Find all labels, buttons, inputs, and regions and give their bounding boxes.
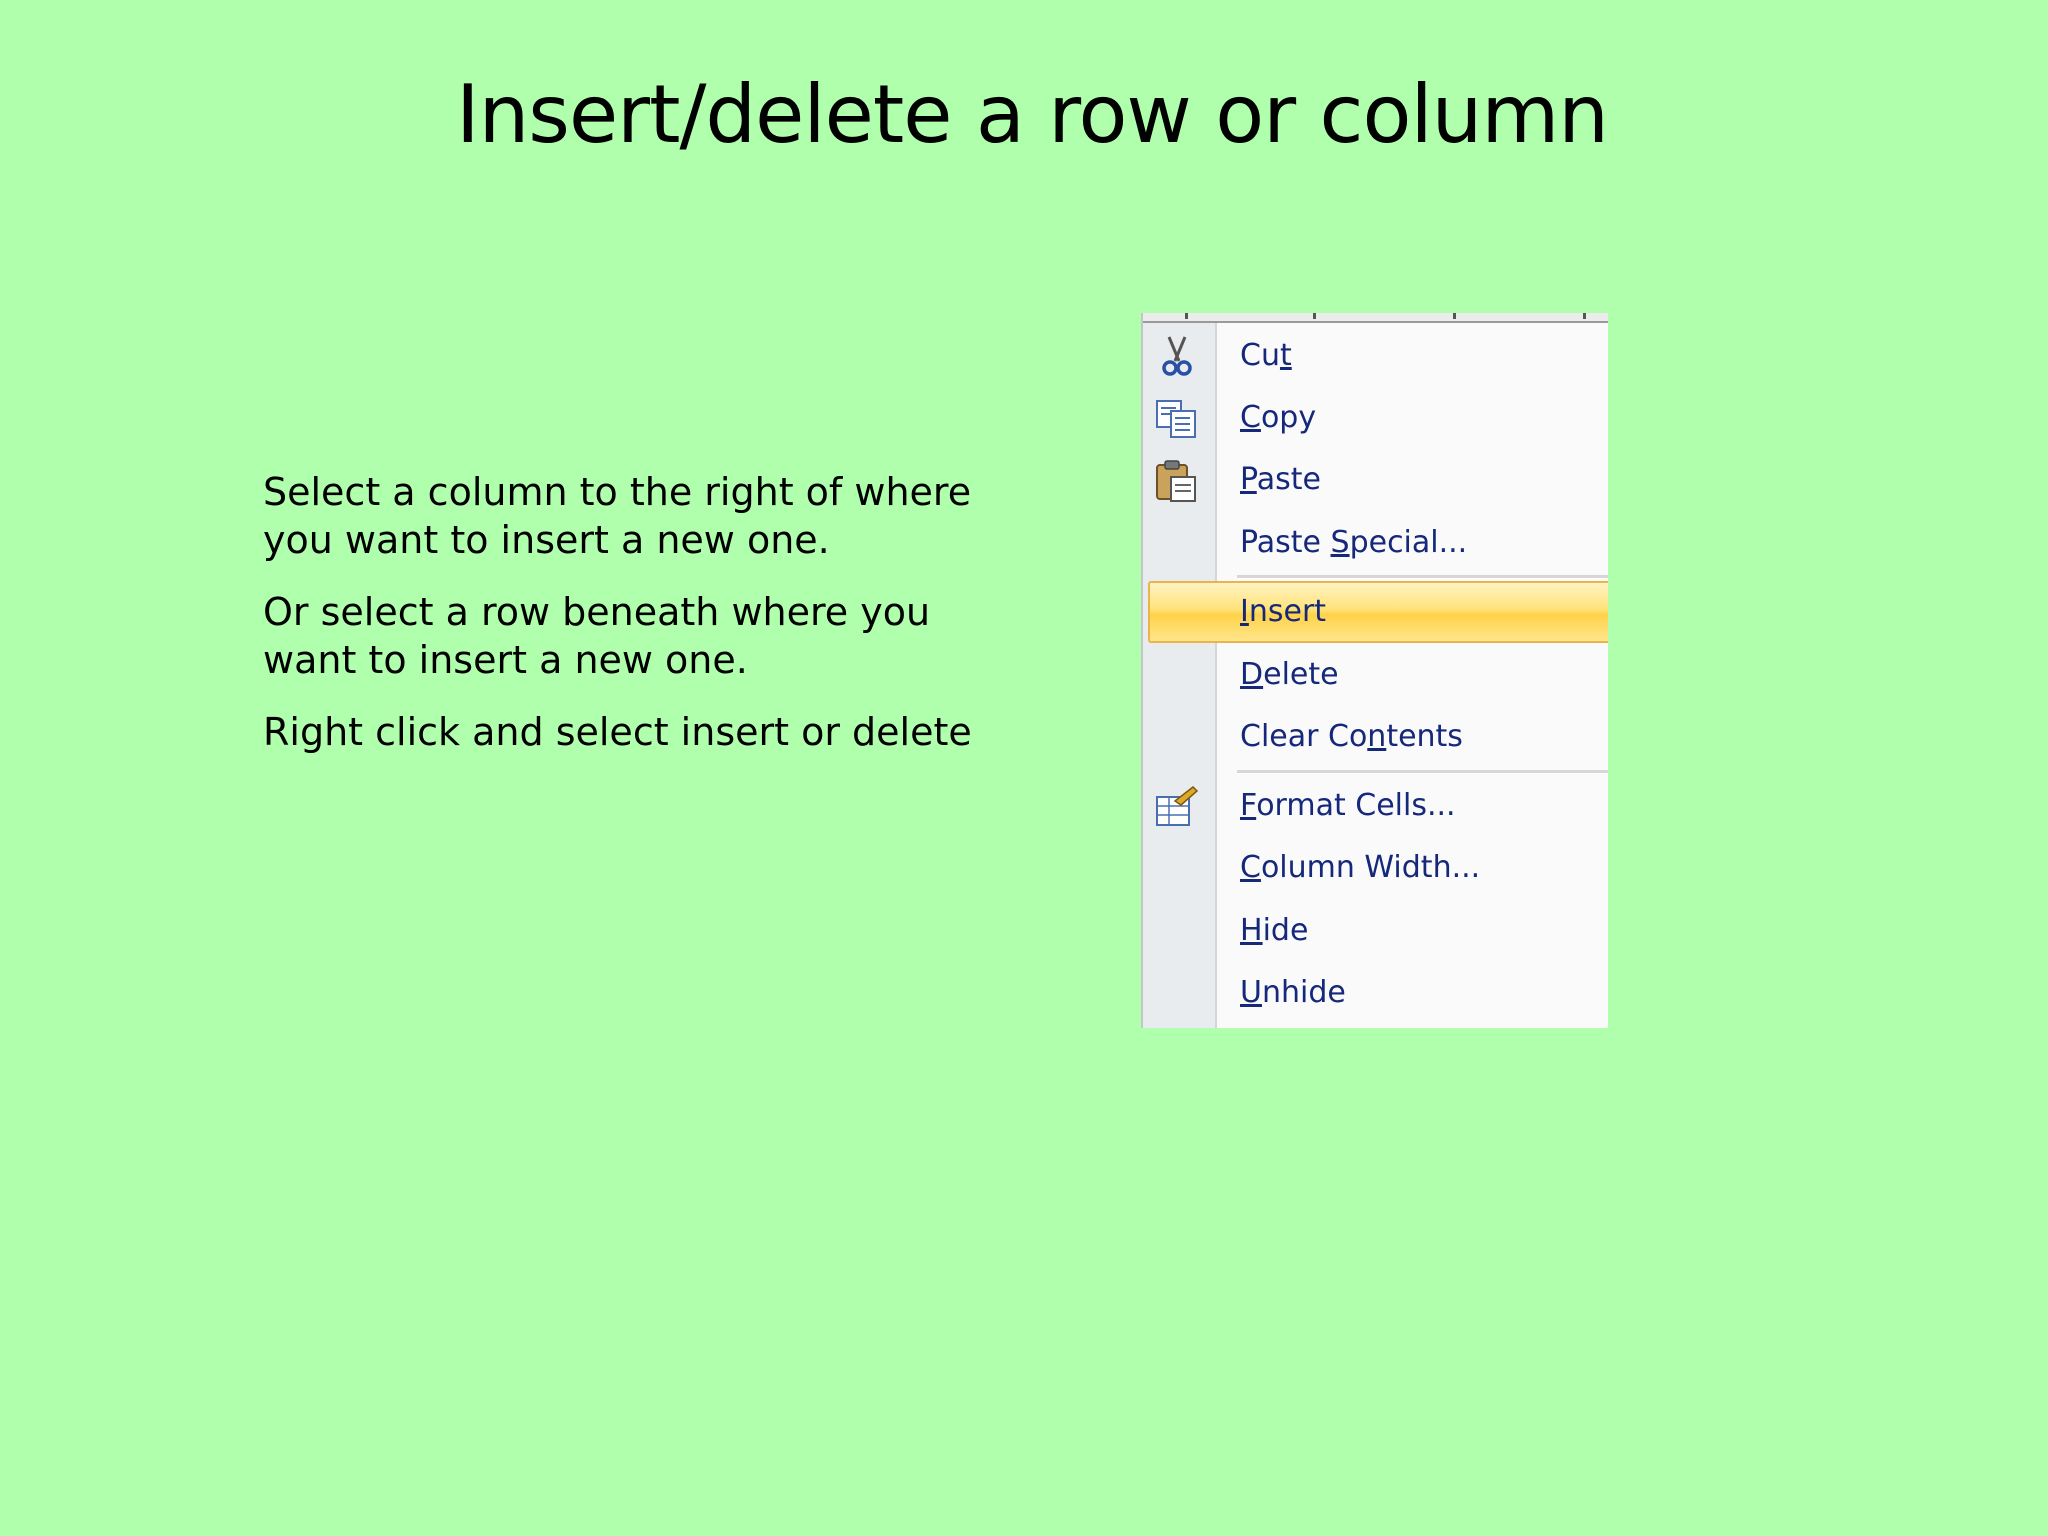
menu-item-insert[interactable]: Insert	[1148, 581, 1608, 643]
copy-icon	[1153, 397, 1201, 441]
menu-item-cut[interactable]: Cut	[1143, 325, 1608, 387]
format-cells-icon	[1153, 785, 1201, 829]
menu-item-label: Column Width...	[1240, 850, 1481, 885]
menu-item-unhide[interactable]: Unhide	[1143, 962, 1608, 1024]
menu-item-label: Insert	[1240, 594, 1327, 629]
menu-item-label: Paste Special...	[1240, 525, 1468, 560]
menu-separator	[1237, 575, 1608, 579]
menu-item-label: Delete	[1240, 657, 1339, 692]
menu-item-paste[interactable]: Paste	[1143, 449, 1608, 511]
context-menu: Cut Copy Paste Paste Special... Insert D…	[1141, 313, 1608, 1028]
slide-title: Insert/delete a row or column	[455, 68, 1609, 161]
spreadsheet-header-strip	[1143, 313, 1608, 323]
menu-separator	[1237, 770, 1608, 774]
menu-item-format-cells[interactable]: Format Cells...	[1143, 775, 1608, 837]
menu-item-label: Hide	[1240, 913, 1309, 948]
menu-item-clear-contents[interactable]: Clear Contents	[1143, 706, 1608, 768]
menu-item-copy[interactable]: Copy	[1143, 387, 1608, 449]
menu-item-label: Paste	[1240, 462, 1321, 497]
instruction-paragraph: Select a column to the right of where yo…	[263, 470, 972, 562]
menu-item-paste-special[interactable]: Paste Special...	[1143, 512, 1608, 574]
scissors-icon	[1153, 335, 1201, 379]
instructions: Select a column to the right of where yo…	[263, 468, 1023, 780]
instruction-paragraph: Right click and select insert or delete	[263, 710, 972, 754]
instruction-paragraph: Or select a row beneath where you want t…	[263, 590, 931, 682]
menu-item-label: Copy	[1240, 400, 1317, 435]
menu-item-hide[interactable]: Hide	[1143, 900, 1608, 962]
menu-item-label: Format Cells...	[1240, 788, 1456, 823]
menu-item-label: Unhide	[1240, 975, 1346, 1010]
menu-item-label: Cut	[1240, 338, 1292, 373]
menu-item-label: Clear Contents	[1240, 719, 1463, 754]
menu-item-delete[interactable]: Delete	[1143, 644, 1608, 706]
menu-item-column-width[interactable]: Column Width...	[1143, 837, 1608, 899]
paste-icon	[1153, 459, 1201, 503]
